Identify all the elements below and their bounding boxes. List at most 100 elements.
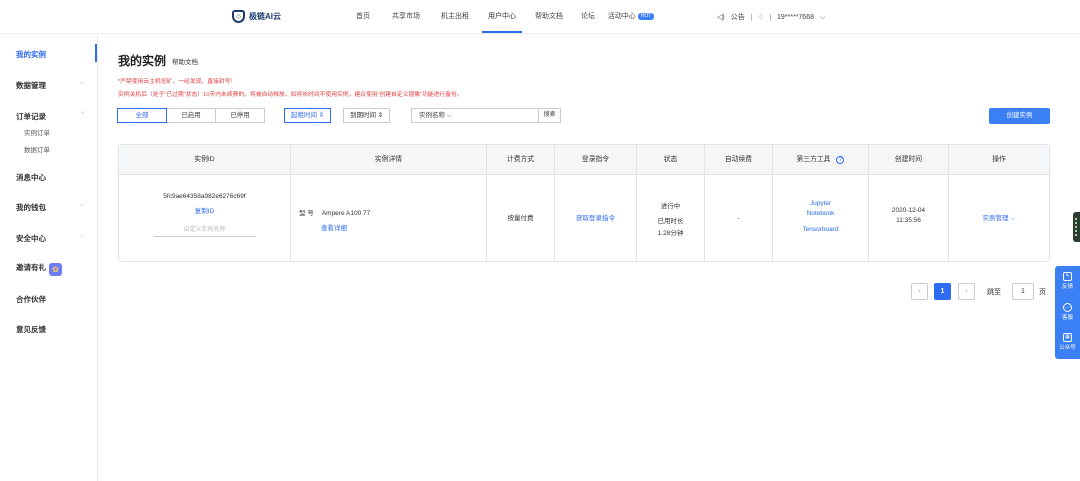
sidebar-item-messages[interactable]: 消息中心 [16,172,46,183]
view-detail-link[interactable]: 查看详细 [321,222,486,232]
col-billing: 计费方式 [487,145,555,175]
nav-activity-label: 活动中心 [607,13,636,20]
status-text: 进行中 [660,203,681,210]
sidebar-subitem-instance-orders[interactable]: 实例订单 [24,127,50,137]
jump-page-input[interactable]: 1 [1012,283,1034,300]
sort-start-time[interactable]: 起租时间 ⇕ [284,108,332,123]
sort-expire-time[interactable]: 到期时间 ⇕ [343,108,391,123]
help-docs-link[interactable]: 帮助文档 [172,56,198,66]
cell-third-party: Jupyter Notebook Tensorboard [773,176,869,261]
nav-docs[interactable]: 帮助文档 [525,0,573,34]
feedback-label: 反馈 [1061,284,1073,290]
announcement-link[interactable]: 公告 [731,1,745,34]
next-page-button[interactable]: › [958,283,975,300]
floating-service-bar: ✎ 反馈 … 客服 ▦ 公众号 [1055,266,1080,359]
feedback-button[interactable]: ✎ 反馈 [1055,272,1080,290]
get-login-command-link[interactable]: 获取登录指令 [555,176,637,261]
cell-instance-id: 5fc9ae64358a982e6276c69f 复制ID 自定义实例名称 [119,176,291,261]
hot-badge: HOT [637,13,655,20]
sidebar-item-partners[interactable]: 合作伙伴 [16,294,46,305]
created-time: 11:35:56 [896,217,921,224]
sidebar-item-orders[interactable]: 订单记录 [16,111,46,122]
release-warning: 实例关机后（处于“已过期”状态）10天内未续费的，将被自动释放。如将长时间不使用… [118,92,463,98]
filter-enabled[interactable]: 已启用 [166,108,216,123]
col-instance-detail: 实例详情 [291,145,487,175]
chevron-up-icon[interactable]: ⌃ [80,111,85,118]
top-right-tools: ◁) 公告 ♢ 19*****7668 ⌵ [717,0,825,34]
prev-page-button[interactable]: ‹ [911,283,928,300]
instance-manage-dropdown[interactable]: 实例管理 ⌵ [949,176,1049,261]
filter-disabled[interactable]: 已停用 [215,108,265,123]
nav-user-center[interactable]: 用户中心 [479,0,525,34]
bell-icon[interactable]: ♢ [758,1,764,34]
grip-icon [1075,218,1077,236]
divider [770,13,771,21]
cell-status: 进行中 已用时长 1.28分钟 [637,176,705,261]
col-login: 登录指令 [555,145,637,175]
sidebar-subitem-data-orders[interactable]: 数据订单 [24,144,50,154]
page-1-button[interactable]: 1 [934,283,951,300]
table-header: 实例ID 实例详情 计费方式 登录指令 状态 自动续费 第三方工具? 创建时间 … [119,145,1049,175]
cell-billing: 按量付费 [487,176,555,261]
feedback-icon: ✎ [1063,272,1072,281]
nav-market[interactable]: 共享市场 [381,0,431,34]
cell-created: 2020-12-04 11:35:56 [869,176,949,261]
top-navigation-bar: ◇ 极链AI云 首页 共享市场 机主出租 用户中心 帮助文档 论坛 活动中心 HO… [0,0,1080,34]
model-label: 型 号 [299,210,314,217]
nav-home[interactable]: 首页 [345,0,381,34]
jupyter-notebook-link-line1[interactable]: Jupyter [773,200,868,207]
tensorboard-link[interactable]: Tensorboard [773,226,868,233]
page-title: 我的实例 [118,54,167,68]
chevron-down-icon[interactable]: ⌵ [820,1,825,34]
jupyter-notebook-link-line2[interactable]: Notebook [773,210,868,217]
sidebar-item-security[interactable]: 安全中心 [16,233,46,244]
nav-forum[interactable]: 论坛 [573,0,603,34]
brand-logo[interactable]: ◇ 极链AI云 [232,10,281,23]
official-account-label: 公众号 [1059,345,1076,351]
copy-id-link[interactable]: 复制ID [119,205,290,215]
instance-table: 实例ID 实例详情 计费方式 登录指令 状态 自动续费 第三方工具? 创建时间 … [118,144,1050,262]
instance-name-search[interactable]: 实例名称 ⌵ [411,108,539,123]
sidebar-item-data[interactable]: 数据管理 [16,80,46,91]
sidebar-item-invite-label: 邀请有礼 [16,263,46,272]
create-instance-button[interactable]: 创建实例 [989,108,1050,124]
search-button[interactable]: 搜索 [539,108,561,123]
cell-auto-renew: - [705,176,773,261]
sidebar: 我的实例 数据管理 ⌵ 订单记录 ⌃ 实例订单 数据订单 消息中心 我的钱包 ⌵… [0,35,98,481]
instance-id: 5fc9ae64358a982e6276c69f [163,193,246,200]
col-auto-renew: 自动续费 [705,145,773,175]
nav-rent[interactable]: 机主出租 [431,0,479,34]
qrcode-icon: ▦ [1063,333,1072,342]
shield-logo-icon: ◇ [232,10,245,23]
instance-name-input[interactable]: 自定义实例名称 [153,224,256,237]
gift-icon: ✿ [49,263,62,276]
help-icon[interactable]: ? [836,156,845,164]
sidebar-item-feedback[interactable]: 意见反馈 [16,324,46,335]
model-info: 型 号 Ampere A100 77 [299,207,486,217]
cell-instance-detail: 型 号 Ampere A100 77 查看详细 [291,176,487,261]
nav-activity[interactable]: 活动中心 HOT [603,0,659,34]
sidebar-item-wallet[interactable]: 我的钱包 [16,202,46,213]
chevron-down-icon[interactable]: ⌵ [80,233,85,240]
status-filter: 全部 已启用 已停用 [117,108,265,123]
col-actions: 操作 [992,156,1006,163]
created-date: 2020-12-04 [891,207,926,214]
jump-label: 跳至 [987,289,1001,296]
speaker-icon: ◁) [717,13,725,21]
col-third-party: 第三方工具? [773,145,869,175]
scroll-handle[interactable] [1073,212,1080,242]
sidebar-item-my-instances[interactable]: 我的实例 [16,49,46,60]
sidebar-item-invite[interactable]: 邀请有礼 ✿ [16,262,62,276]
brand-name: 极链AI云 [249,12,281,21]
chat-icon: … [1063,303,1072,312]
official-account-button[interactable]: ▦ 公众号 [1055,333,1080,351]
chevron-down-icon[interactable]: ⌵ [80,80,85,87]
user-account[interactable]: 19*****7668 [777,1,814,34]
used-time-label: 已用时长 [657,218,684,225]
main-nav: 首页 共享市场 机主出租 用户中心 帮助文档 论坛 活动中心 HOT [345,0,659,34]
page-unit-label: 页 [1039,289,1046,296]
customer-service-button[interactable]: … 客服 [1055,303,1080,321]
chevron-down-icon[interactable]: ⌵ [80,202,85,209]
filter-all[interactable]: 全部 [117,108,167,123]
customer-service-label: 客服 [1061,315,1073,321]
